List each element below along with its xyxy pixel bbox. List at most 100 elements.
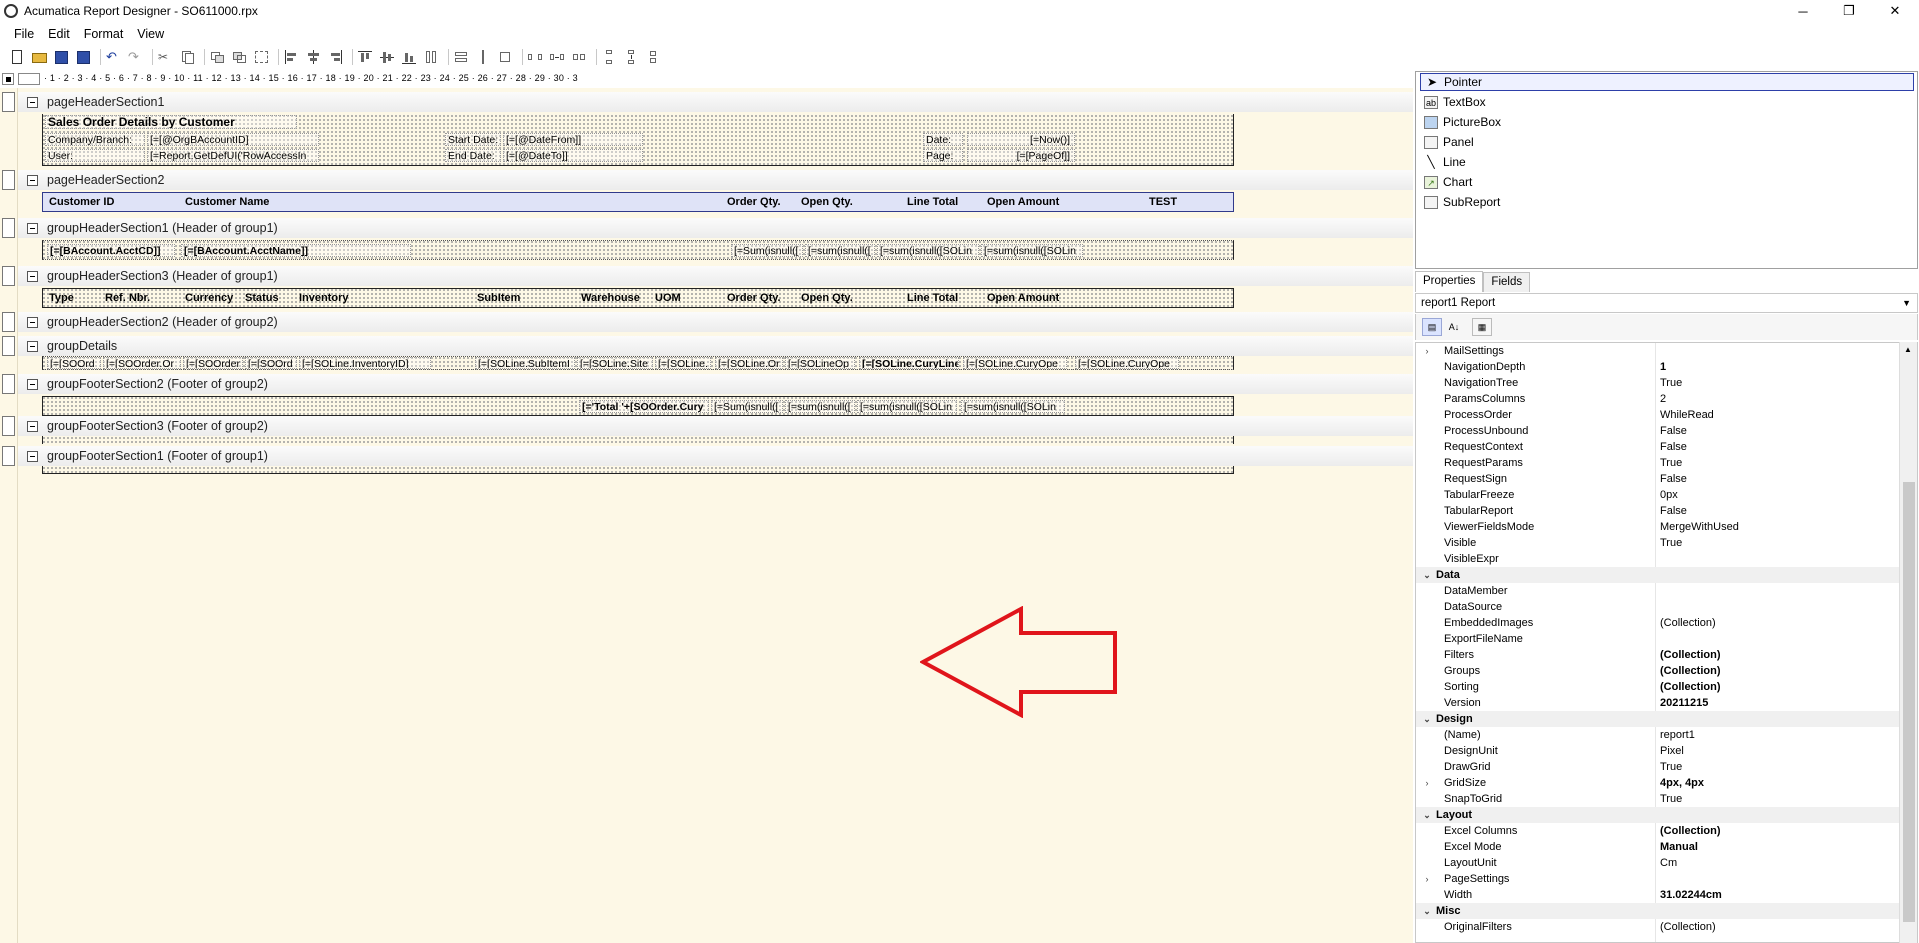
horizontal-spacing-decrease-icon[interactable] bbox=[572, 50, 588, 64]
property-row[interactable]: Version 20211215 bbox=[1416, 695, 1900, 711]
align-center-icon[interactable] bbox=[306, 50, 322, 64]
toolbox-subreport[interactable]: SubReport bbox=[1420, 193, 1914, 211]
report-title[interactable]: Sales Order Details by Customer bbox=[45, 115, 297, 129]
open-folder-icon[interactable] bbox=[32, 50, 48, 64]
property-row[interactable]: Visible True bbox=[1416, 535, 1900, 551]
collapse-icon[interactable] bbox=[27, 340, 38, 352]
property-value[interactable]: (Collection) bbox=[1660, 665, 1721, 677]
property-row[interactable]: TabularFreeze 0px bbox=[1416, 487, 1900, 503]
collapse-icon[interactable] bbox=[27, 96, 38, 108]
section-selector[interactable] bbox=[2, 218, 15, 238]
scroll-up-icon[interactable]: ▲ bbox=[1904, 345, 1912, 354]
expand-chevron-icon[interactable]: › bbox=[1420, 346, 1434, 356]
property-value[interactable]: 2 bbox=[1660, 393, 1666, 405]
toolbox-chart[interactable]: ↗ Chart bbox=[1420, 173, 1914, 191]
property-scrollbar[interactable]: ▲ bbox=[1899, 342, 1917, 943]
property-row[interactable]: ProcessUnbound False bbox=[1416, 423, 1900, 439]
company-field[interactable]: [=[@OrgBAccountID] bbox=[147, 133, 319, 146]
detail-field[interactable]: [=[SOLine. bbox=[655, 357, 711, 369]
property-row[interactable]: (Name) report1 bbox=[1416, 727, 1900, 743]
close-button[interactable]: ✕ bbox=[1872, 0, 1918, 22]
property-row[interactable]: VisibleExpr bbox=[1416, 551, 1900, 567]
toolbox-picturebox[interactable]: PictureBox bbox=[1420, 113, 1914, 131]
property-row[interactable]: Width 31.02244cm bbox=[1416, 887, 1900, 903]
detail-field[interactable]: [=[SOLine.InventoryID] bbox=[299, 357, 431, 369]
date-field[interactable]: [=Now()] bbox=[967, 133, 1075, 146]
vertical-spacing-decrease-icon[interactable] bbox=[646, 50, 662, 64]
tab-fields[interactable]: Fields bbox=[1483, 272, 1531, 292]
acct-name-field[interactable]: [=[BAccount.AcctName]] bbox=[181, 244, 411, 257]
start-date-field[interactable]: [=[@DateFrom]] bbox=[503, 133, 643, 146]
property-category[interactable]: ⌄ Misc bbox=[1416, 903, 1900, 919]
collapse-icon[interactable] bbox=[27, 222, 38, 234]
horizontal-spacing-equal-icon[interactable] bbox=[528, 50, 544, 64]
property-value[interactable]: (Collection) bbox=[1660, 825, 1721, 837]
end-date-field[interactable]: [=[@DateTo]] bbox=[503, 149, 643, 162]
collapse-icon[interactable] bbox=[27, 270, 38, 282]
property-row[interactable]: ParamsColumns 2 bbox=[1416, 391, 1900, 407]
property-value[interactable]: 20211215 bbox=[1660, 697, 1708, 709]
section-selector[interactable] bbox=[2, 336, 15, 356]
property-row[interactable]: Filters (Collection) bbox=[1416, 647, 1900, 663]
section-selector[interactable] bbox=[2, 170, 15, 190]
object-selector[interactable]: report1 Report ▼ bbox=[1415, 293, 1918, 313]
user-field[interactable]: [=Report.GetDefUI('RowAccessIn bbox=[147, 149, 319, 162]
collapse-chevron-icon[interactable]: ⌄ bbox=[1420, 906, 1434, 917]
property-row[interactable]: ViewerFieldsMode MergeWithUsed bbox=[1416, 519, 1900, 535]
property-row[interactable]: LayoutUnit Cm bbox=[1416, 855, 1900, 871]
property-row[interactable]: NavigationDepth 1 bbox=[1416, 359, 1900, 375]
property-row[interactable]: DataMember bbox=[1416, 583, 1900, 599]
detail-field[interactable]: [=[SOOrder bbox=[183, 357, 243, 369]
property-value[interactable]: MergeWithUsed bbox=[1660, 521, 1739, 533]
property-value[interactable]: Cm bbox=[1660, 857, 1677, 869]
collapse-icon[interactable] bbox=[27, 420, 38, 432]
company-label[interactable]: Company/Branch: bbox=[45, 133, 145, 146]
sum-line-total-field[interactable]: [=sum(isnull([SOLin bbox=[877, 244, 979, 257]
ruler-corner-button[interactable] bbox=[2, 73, 14, 85]
acct-cd-field[interactable]: [=[BAccount.AcctCD]] bbox=[47, 244, 175, 257]
send-back-icon[interactable] bbox=[232, 50, 248, 64]
categorized-icon[interactable]: ▤ bbox=[1422, 318, 1442, 336]
section-selector[interactable] bbox=[2, 446, 15, 466]
property-row[interactable]: TabularReport False bbox=[1416, 503, 1900, 519]
size-height-icon[interactable] bbox=[476, 50, 492, 64]
detail-field[interactable]: [=[SOLineOp bbox=[785, 357, 855, 369]
sum-line-total-field[interactable]: [=sum(isnull([SOLin bbox=[857, 400, 957, 413]
scroll-thumb[interactable] bbox=[1903, 482, 1915, 922]
property-value[interactable]: WhileRead bbox=[1660, 409, 1714, 421]
property-value[interactable]: True bbox=[1660, 537, 1682, 549]
expand-chevron-icon[interactable]: › bbox=[1420, 778, 1434, 788]
property-row[interactable]: Sorting (Collection) bbox=[1416, 679, 1900, 695]
property-row[interactable]: ProcessOrder WhileRead bbox=[1416, 407, 1900, 423]
ruler-units-button[interactable] bbox=[18, 73, 40, 85]
property-value[interactable]: 1 bbox=[1660, 361, 1666, 373]
property-value[interactable]: False bbox=[1660, 473, 1687, 485]
collapse-chevron-icon[interactable]: ⌄ bbox=[1420, 714, 1434, 725]
property-value[interactable]: Manual bbox=[1660, 841, 1698, 853]
collapse-icon[interactable] bbox=[27, 174, 38, 186]
detail-field[interactable]: [=[SOLine.CuryLine bbox=[859, 357, 959, 369]
detail-field[interactable]: [=[SOLine.SubItemI bbox=[475, 357, 575, 369]
horizontal-spacing-increase-icon[interactable] bbox=[550, 50, 566, 64]
property-value[interactable]: 31.02244cm bbox=[1660, 889, 1722, 901]
same-width-icon[interactable] bbox=[454, 50, 470, 64]
vertical-spacing-increase-icon[interactable] bbox=[624, 50, 640, 64]
toolbox-line[interactable]: ╲ Line bbox=[1420, 153, 1914, 171]
end-date-label[interactable]: End Date: bbox=[445, 149, 501, 162]
undo-icon[interactable]: ↶ bbox=[106, 50, 122, 64]
collapse-chevron-icon[interactable]: ⌄ bbox=[1420, 570, 1434, 581]
tab-properties[interactable]: Properties bbox=[1415, 271, 1484, 292]
alphabetical-sort-icon[interactable]: A↓ bbox=[1444, 318, 1464, 336]
property-row[interactable]: Excel Mode Manual bbox=[1416, 839, 1900, 855]
design-surface[interactable]: pageHeaderSection1 Sales Order Details b… bbox=[0, 88, 1413, 943]
property-value[interactable]: True bbox=[1660, 793, 1682, 805]
section-selector[interactable] bbox=[2, 92, 15, 112]
collapse-icon[interactable] bbox=[27, 378, 38, 390]
collapse-icon[interactable] bbox=[27, 450, 38, 462]
section-selector[interactable] bbox=[2, 416, 15, 436]
save-all-icon[interactable] bbox=[76, 50, 92, 64]
start-date-label[interactable]: Start Date: bbox=[445, 133, 501, 146]
sum-open-qty-field[interactable]: [=sum(isnull([ bbox=[805, 244, 875, 257]
sum-order-qty-field[interactable]: [=Sum(isnull([ bbox=[731, 244, 803, 257]
same-height-icon[interactable] bbox=[424, 50, 440, 64]
